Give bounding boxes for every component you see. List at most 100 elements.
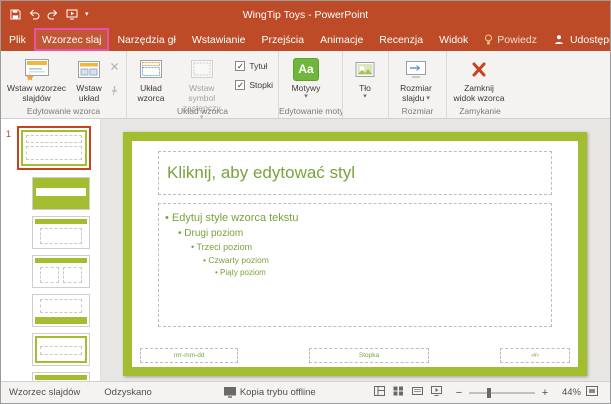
slide-sorter-icon [393,386,404,396]
zoom-controls: − + 44% [448,386,610,399]
offline-copy-label: Kopia trybu offline [240,387,316,398]
button-label: slajdów [22,93,50,103]
thumbnail-art [26,135,82,143]
button-label: Wstaw [76,83,102,93]
footer-placeholder[interactable]: Stopka [309,348,429,363]
status-bar: Wzorzec slajdów Odzyskano Kopia trybu of… [1,381,610,403]
slide-editing-canvas: Kliknij, aby edytować styl Edytuj style … [101,119,610,381]
thumbnail-art [36,188,86,196]
slide-size-button[interactable]: Rozmiar slajdu ▾ [392,53,440,103]
person-share-icon [554,34,565,45]
layout-thumbnail[interactable] [32,294,90,327]
delete-button[interactable] [109,59,120,77]
bullet-level-4: Czwarty poziom [165,254,545,266]
customize-quick-access-button[interactable]: ▾ [85,11,89,18]
themes-icon: Aa [293,58,319,81]
thumbnail-art [40,267,59,283]
title-checkbox[interactable]: ✓ Tytuł [235,61,273,71]
layout-thumbnail[interactable] [32,177,90,210]
slideshow-view-icon [431,386,442,396]
tab-wzorzec-slajdow[interactable]: Wzorzec slaj [34,28,110,51]
slide-master-thumbnail[interactable] [17,126,91,170]
tab-recenzja[interactable]: Recenzja [371,28,431,51]
slide-sorter-button[interactable] [393,386,404,399]
thumbnail-art [35,219,87,224]
zoom-slider-thumb[interactable] [487,388,491,398]
reading-view-icon [412,386,423,396]
tell-me-box[interactable]: Powiedz [476,28,545,51]
recovered-status[interactable]: Odzyskano [96,387,160,398]
tab-przejscia[interactable]: Przejścia [254,28,313,51]
slideshow-view-button[interactable] [431,386,442,399]
group-uklad-wzorca: Układ wzorca Wstaw symbol zastępczy ▾ ✓ … [127,51,279,118]
background-icon [355,56,375,83]
slide-size-icon [405,56,427,83]
zoom-out-button[interactable]: − [454,387,464,399]
group-label: Układ wzorca [127,106,278,116]
thumbnail-art [35,258,87,263]
zoom-in-button[interactable]: + [540,387,550,399]
tab-narzedzia-glowne[interactable]: Narzędzia gł [109,28,183,51]
dropdown-caret-icon: ▾ [363,93,367,100]
slide-number-label: 1 [6,129,11,139]
layout-thumbnail[interactable] [32,333,90,366]
pin-icon [109,85,120,96]
normal-view-button[interactable] [374,386,385,399]
ribbon-tab-row: Plik Wzorzec slaj Narzędzia gł Wstawiani… [1,28,610,51]
layout-thumbnail[interactable] [32,255,90,288]
group-zamykanie: Zamknij widok wzorca Zamykanie [447,51,513,118]
share-button[interactable]: Udostępnij [545,28,611,51]
offline-copy-icon [224,387,236,398]
footers-checkbox[interactable]: ✓ Stopki [235,80,273,90]
thumbnail-art [35,317,87,324]
insert-slide-master-button[interactable]: Wstaw wzorzec slajdów [4,53,69,103]
quick-access-toolbar: ▾ [1,9,89,20]
redo-button[interactable] [47,9,59,20]
preserve-button[interactable] [109,83,120,101]
button-label: Tło [359,83,371,93]
thumbnail-art [35,375,87,380]
title-placeholder[interactable]: Kliknij, aby edytować styl [158,151,552,195]
zoom-percentage[interactable]: 44% [555,387,581,398]
button-label: wzorca [138,93,165,103]
slide-number-placeholder[interactable]: ‹#› [500,348,570,363]
layout-thumbnail[interactable] [32,216,90,249]
start-slideshow-button[interactable] [66,9,78,20]
fit-to-window-button[interactable] [586,386,604,399]
checkbox-label: Stopki [249,80,273,90]
start-slideshow-icon [66,9,78,20]
button-label: Wstaw wzorzec [7,83,66,93]
bullet-level-2: Drugi poziom [165,227,545,242]
thumbnail-art [40,346,82,355]
thumbnail-art [40,228,82,244]
view-buttons [368,386,448,399]
tab-widok[interactable]: Widok [431,28,476,51]
footer-row: rrrr-mm-dd Stopka ‹#› [140,348,570,363]
insert-slide-master-icon [24,56,50,83]
tell-me-label: Powiedz [497,34,537,46]
lightbulb-icon [484,34,493,46]
reading-view-button[interactable] [412,386,423,399]
group-label: Edytowanie wzorca [1,106,126,116]
layout-thumbnail[interactable] [32,372,90,381]
themes-button[interactable]: Aa Motywy ▾ [282,53,330,100]
date-placeholder[interactable]: rrrr-mm-dd [140,348,238,363]
dropdown-caret-icon: ▾ [304,93,308,100]
dropdown-caret-icon: ▾ [426,95,430,102]
checkbox-label: Tytuł [249,61,267,71]
close-master-view-button[interactable]: Zamknij widok wzorca [450,53,508,103]
group-label: Rozmiar [389,106,446,116]
tab-animacje[interactable]: Animacje [312,28,371,51]
offline-copy-status[interactable]: Kopia trybu offline [216,387,324,398]
insert-layout-button[interactable]: Wstaw układ [69,53,109,103]
body-placeholder[interactable]: Edytuj style wzorca tekstu Drugi poziom … [158,203,552,327]
zoom-slider[interactable] [469,392,535,394]
button-label: Rozmiar [400,83,432,93]
thumbnail-art [63,267,82,283]
background-button[interactable]: Tło ▾ [346,53,384,100]
tab-plik[interactable]: Plik [1,28,34,51]
tab-wstawianie[interactable]: Wstawianie [184,28,254,51]
undo-button[interactable] [28,9,40,20]
master-layout-button[interactable]: Układ wzorca [130,53,172,103]
save-button[interactable] [10,9,21,20]
